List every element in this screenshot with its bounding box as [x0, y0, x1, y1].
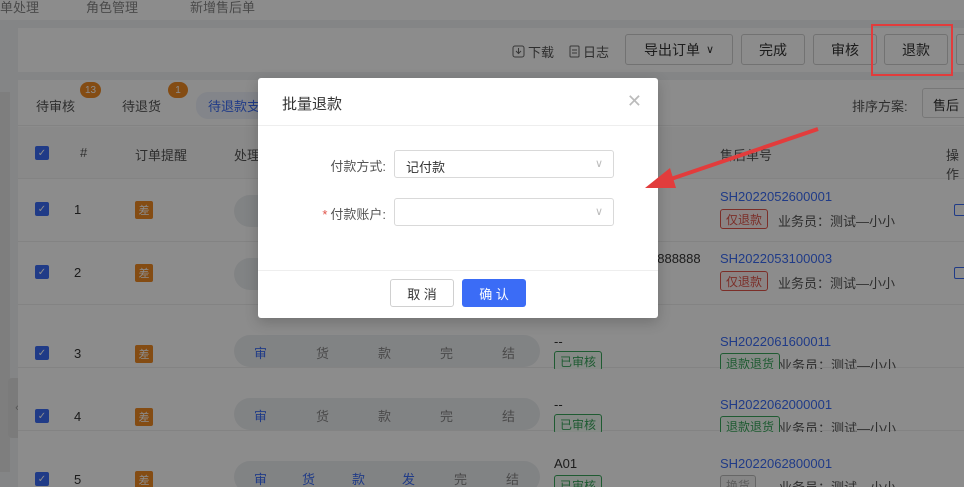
divider [258, 125, 658, 126]
chevron-down-icon: ∨ [594, 158, 603, 170]
pay-account-label-text: 付款账户: [330, 207, 386, 222]
batch-refund-dialog: 批量退款 ✕ 付款方式: 记付款 ∨ * 付款账户: ∨ 取 消 确 认 [258, 78, 658, 318]
divider [258, 270, 658, 271]
pay-method-value: 记付款 [406, 160, 446, 175]
confirm-button[interactable]: 确 认 [462, 279, 526, 307]
chevron-down-icon: ∨ [594, 206, 603, 218]
cancel-button[interactable]: 取 消 [390, 279, 454, 307]
dialog-title: 批量退款 [282, 96, 343, 113]
pay-account-select[interactable]: ∨ [394, 198, 614, 226]
pay-method-label: 付款方式: [258, 156, 386, 175]
pay-method-label-text: 付款方式: [330, 159, 386, 174]
pay-account-label: * 付款账户: [258, 204, 386, 223]
pay-method-select[interactable]: 记付款 ∨ [394, 150, 614, 178]
refund-highlight-box [871, 24, 953, 76]
close-icon[interactable]: ✕ [627, 91, 642, 112]
required-mark: * [322, 207, 328, 222]
